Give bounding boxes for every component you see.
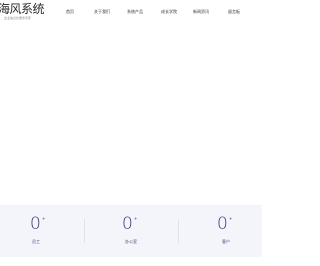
- stat-number: 0: [217, 214, 228, 234]
- page: 海风系统 企业信息化服务专家 首页 关于我们 系统产品 成长学院 新闻资讯 留言…: [0, 0, 262, 266]
- stat-number: 0: [122, 214, 133, 234]
- nav-item-products[interactable]: 系统产品: [127, 9, 143, 15]
- site-header: 海风系统 企业信息化服务专家 首页 关于我们 系统产品 成长学院 新闻资讯 留言…: [0, 0, 262, 28]
- stats-band: 0 + 员工 0 + 办公室 0 + 客户: [0, 205, 262, 257]
- main-nav: 首页 关于我们 系统产品 成长学院 新闻资讯 留言板: [58, 9, 262, 19]
- stat-plus: +: [134, 216, 138, 221]
- stat-clients: 0 + 客户: [180, 205, 266, 257]
- stat-label: 客户: [222, 239, 230, 244]
- stat-divider: [178, 219, 179, 243]
- nav-item-home[interactable]: 首页: [66, 9, 74, 15]
- stat-plus: +: [42, 216, 46, 221]
- logo-text: 海风系统: [0, 2, 45, 16]
- stat-offices: 0 + 办公室: [88, 205, 174, 257]
- nav-item-message-board[interactable]: 留言板: [228, 9, 240, 15]
- footer-strip: [0, 257, 262, 266]
- stat-divider: [84, 219, 85, 243]
- stat-plus: +: [229, 216, 233, 221]
- stat-employees: 0 + 员工: [0, 205, 86, 257]
- hero-banner: [0, 28, 262, 205]
- logo-tagline: 企业信息化服务专家: [4, 16, 32, 20]
- nav-item-about[interactable]: 关于我们: [94, 9, 110, 15]
- stat-number: 0: [30, 214, 41, 234]
- logo[interactable]: 海风系统 企业信息化服务专家: [0, 2, 45, 26]
- nav-item-news[interactable]: 新闻资讯: [193, 9, 209, 15]
- nav-item-academy[interactable]: 成长学院: [161, 9, 177, 15]
- stat-label: 员工: [32, 239, 40, 244]
- stat-label: 办公室: [125, 239, 137, 244]
